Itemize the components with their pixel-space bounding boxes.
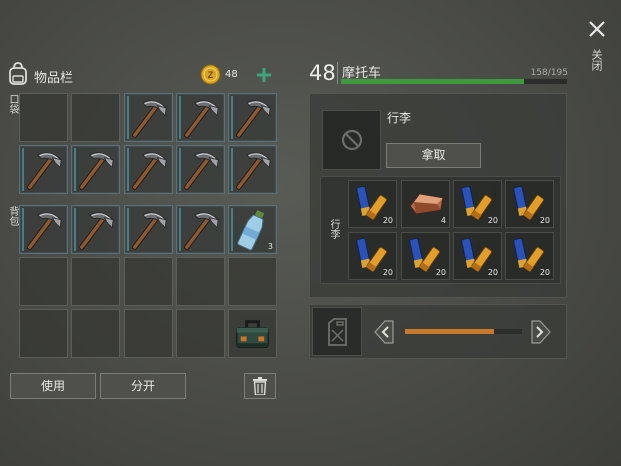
no-item-icon: [341, 129, 363, 151]
backpack-slot-9[interactable]: [176, 205, 225, 254]
backpack-slot-6[interactable]: [19, 205, 68, 254]
vehicle-header-divider: [337, 62, 338, 84]
arrow-right-icon: [531, 320, 551, 344]
backpack-slot-2[interactable]: [71, 145, 120, 194]
inventory-title: 物品栏: [34, 71, 74, 86]
pickaxe-icon: [177, 94, 224, 141]
close-button[interactable]: [584, 16, 610, 42]
backpack-slot-18[interactable]: [124, 309, 173, 358]
add-coins-button[interactable]: [257, 67, 271, 82]
backpack-slot-13[interactable]: [124, 257, 173, 306]
fuel-bar-track: [405, 329, 522, 334]
backpack-slot-5[interactable]: [228, 145, 277, 194]
luggage-slot-2[interactable]: 4: [401, 180, 450, 228]
pickaxe-icon: [229, 146, 276, 193]
backpack-slot-16[interactable]: [19, 309, 68, 358]
item-count: 20: [539, 268, 550, 277]
backpack-label: 背包: [7, 206, 18, 226]
item-count: 4: [440, 216, 446, 225]
fuel-slot[interactable]: [312, 307, 362, 356]
pickaxe-icon: [20, 206, 67, 253]
backpack-slot-3[interactable]: [124, 145, 173, 194]
luggage-slot-8[interactable]: 20: [505, 232, 554, 280]
item-count: 20: [539, 216, 550, 225]
jerry-can-icon: [328, 318, 347, 346]
use-button[interactable]: 使用: [10, 373, 96, 399]
luggage-slot-4[interactable]: 20: [505, 180, 554, 228]
backpack-slot-7[interactable]: [71, 205, 120, 254]
backpack-slot-10[interactable]: 3: [228, 205, 277, 254]
luggage-side-label: 行李: [328, 219, 339, 239]
pocket-label: 口袋: [7, 94, 18, 114]
backpack-slot-19[interactable]: [176, 309, 225, 358]
arrow-left-icon: [374, 320, 394, 344]
item-count: 20: [382, 268, 393, 277]
item-count: 20: [382, 216, 393, 225]
luggage-slot-6[interactable]: 20: [401, 232, 450, 280]
backpack-slot-4[interactable]: [176, 145, 225, 194]
svg-text:Z: Z: [208, 70, 214, 80]
item-count: 20: [487, 216, 498, 225]
item-count: 20: [435, 268, 446, 277]
item-count: 3: [267, 242, 273, 251]
backpack-slot-17[interactable]: [71, 309, 120, 358]
trash-icon: [253, 377, 267, 396]
close-label: 关闭: [590, 49, 603, 71]
pickaxe-icon: [177, 206, 224, 253]
fuel-decrease-button[interactable]: [373, 319, 395, 345]
pocket-slot-4[interactable]: [176, 93, 225, 142]
close-icon: [589, 21, 605, 37]
luggage-slot-5[interactable]: 20: [348, 232, 397, 280]
trash-button[interactable]: [244, 373, 276, 399]
backpack-slot-15[interactable]: [228, 257, 277, 306]
plus-icon: [257, 68, 271, 82]
backpack-slot-1[interactable]: [19, 145, 68, 194]
coin-icon: Z: [200, 64, 221, 85]
durability-bar-fill: [341, 79, 525, 84]
vehicle-level: 48: [309, 61, 336, 85]
pocket-slot-2[interactable]: [71, 93, 120, 142]
fuel-bar-fill: [405, 329, 494, 334]
pickaxe-icon: [125, 94, 172, 141]
backpack-slot-14[interactable]: [176, 257, 225, 306]
split-button[interactable]: 分开: [100, 373, 186, 399]
durability-bar-track: [341, 79, 567, 84]
pocket-slot-3[interactable]: [124, 93, 173, 142]
coin-count: 48: [225, 69, 238, 80]
pickaxe-icon: [229, 94, 276, 141]
backpack-icon: [7, 62, 29, 86]
pickaxe-icon: [125, 206, 172, 253]
take-button[interactable]: 拿取: [386, 143, 481, 168]
pocket-slot-5[interactable]: [228, 93, 277, 142]
luggage-slot-1[interactable]: 20: [348, 180, 397, 228]
fuel-increase-button[interactable]: [530, 319, 552, 345]
luggage-slot-3[interactable]: 20: [453, 180, 502, 228]
backpack-slot-12[interactable]: [71, 257, 120, 306]
pickaxe-icon: [72, 206, 119, 253]
pickaxe-icon: [177, 146, 224, 193]
backpack-slot-8[interactable]: [124, 205, 173, 254]
vehicle-item-slot: [322, 110, 381, 170]
luggage-title: 行李: [387, 111, 412, 125]
toolbox-icon: [229, 310, 276, 357]
pickaxe-icon: [125, 146, 172, 193]
pickaxe-icon: [20, 146, 67, 193]
pocket-slot-1[interactable]: [19, 93, 68, 142]
backpack-slot-20[interactable]: [228, 309, 277, 358]
pickaxe-icon: [72, 146, 119, 193]
luggage-slot-7[interactable]: 20: [453, 232, 502, 280]
item-count: 20: [487, 268, 498, 277]
vehicle-durability: 158/195: [530, 68, 568, 78]
backpack-slot-11[interactable]: [19, 257, 68, 306]
